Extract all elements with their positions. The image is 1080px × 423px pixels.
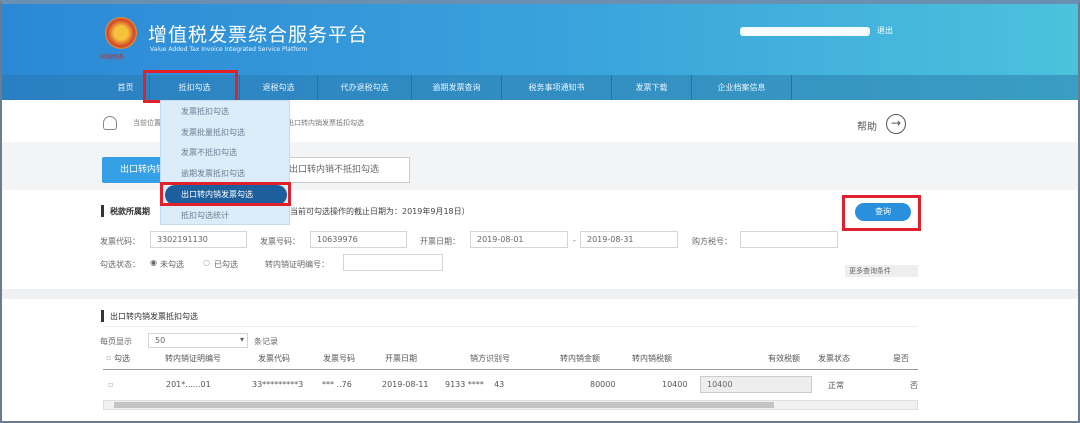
window-frame — [0, 0, 1080, 423]
